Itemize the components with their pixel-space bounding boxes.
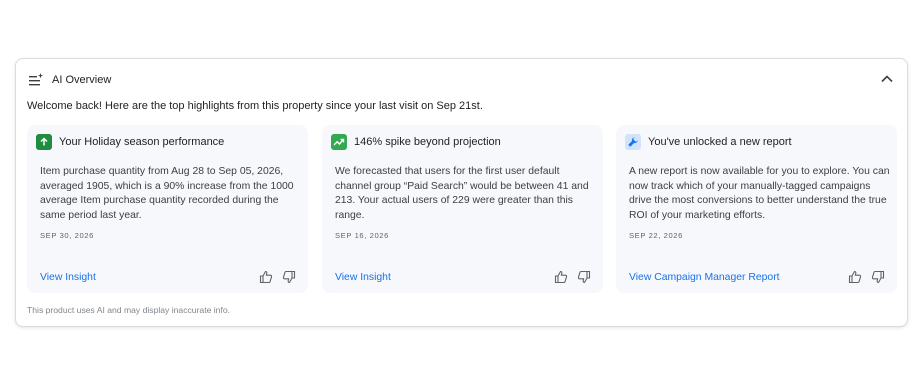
- insight-card: Your Holiday season performance Item pur…: [27, 125, 308, 293]
- card-body: We forecasted that users for the first u…: [335, 165, 597, 244]
- feedback-buttons: [554, 270, 591, 284]
- thumbs-up-icon[interactable]: [554, 270, 568, 284]
- thumbs-down-icon[interactable]: [577, 270, 591, 284]
- ai-disclaimer: This product uses AI and may display ina…: [27, 305, 231, 315]
- chevron-up-icon[interactable]: [879, 71, 895, 87]
- welcome-message: Welcome back! Here are the top highlight…: [27, 100, 483, 112]
- thumbs-up-icon[interactable]: [848, 270, 862, 284]
- thumbs-down-icon[interactable]: [871, 270, 885, 284]
- card-date: SEP 22, 2026: [629, 231, 683, 240]
- card-title: You've unlocked a new report: [648, 136, 792, 148]
- feedback-buttons: [259, 270, 296, 284]
- wrench-icon: [625, 134, 641, 150]
- card-header: 146% spike beyond projection: [331, 134, 501, 150]
- card-date: SEP 30, 2026: [40, 231, 94, 240]
- card-date: SEP 16, 2026: [335, 231, 389, 240]
- card-body: Item purchase quantity from Aug 28 to Se…: [40, 165, 302, 244]
- panel-title: AI Overview: [52, 74, 112, 86]
- view-insight-link[interactable]: View Insight: [40, 272, 96, 283]
- panel-header: AI Overview: [28, 70, 111, 90]
- sparkle-list-icon: [28, 72, 44, 88]
- card-text: Item purchase quantity from Aug 28 to Se…: [40, 166, 294, 221]
- card-body: A new report is now available for you to…: [629, 165, 891, 244]
- insight-card: 146% spike beyond projection We forecast…: [322, 125, 603, 293]
- arrow-up-icon: [36, 134, 52, 150]
- view-campaign-manager-report-link[interactable]: View Campaign Manager Report: [629, 272, 780, 283]
- card-text: A new report is now available for you to…: [629, 166, 890, 221]
- card-title: Your Holiday season performance: [59, 136, 225, 148]
- trending-up-icon: [331, 134, 347, 150]
- card-text: We forecasted that users for the first u…: [335, 166, 589, 221]
- card-title: 146% spike beyond projection: [354, 136, 501, 148]
- card-header: Your Holiday season performance: [36, 134, 224, 150]
- thumbs-up-icon[interactable]: [259, 270, 273, 284]
- insight-card: You've unlocked a new report A new repor…: [616, 125, 897, 293]
- card-header: You've unlocked a new report: [625, 134, 792, 150]
- view-insight-link[interactable]: View Insight: [335, 272, 391, 283]
- feedback-buttons: [848, 270, 885, 284]
- ai-overview-panel: AI Overview Welcome back! Here are the t…: [15, 58, 908, 327]
- thumbs-down-icon[interactable]: [282, 270, 296, 284]
